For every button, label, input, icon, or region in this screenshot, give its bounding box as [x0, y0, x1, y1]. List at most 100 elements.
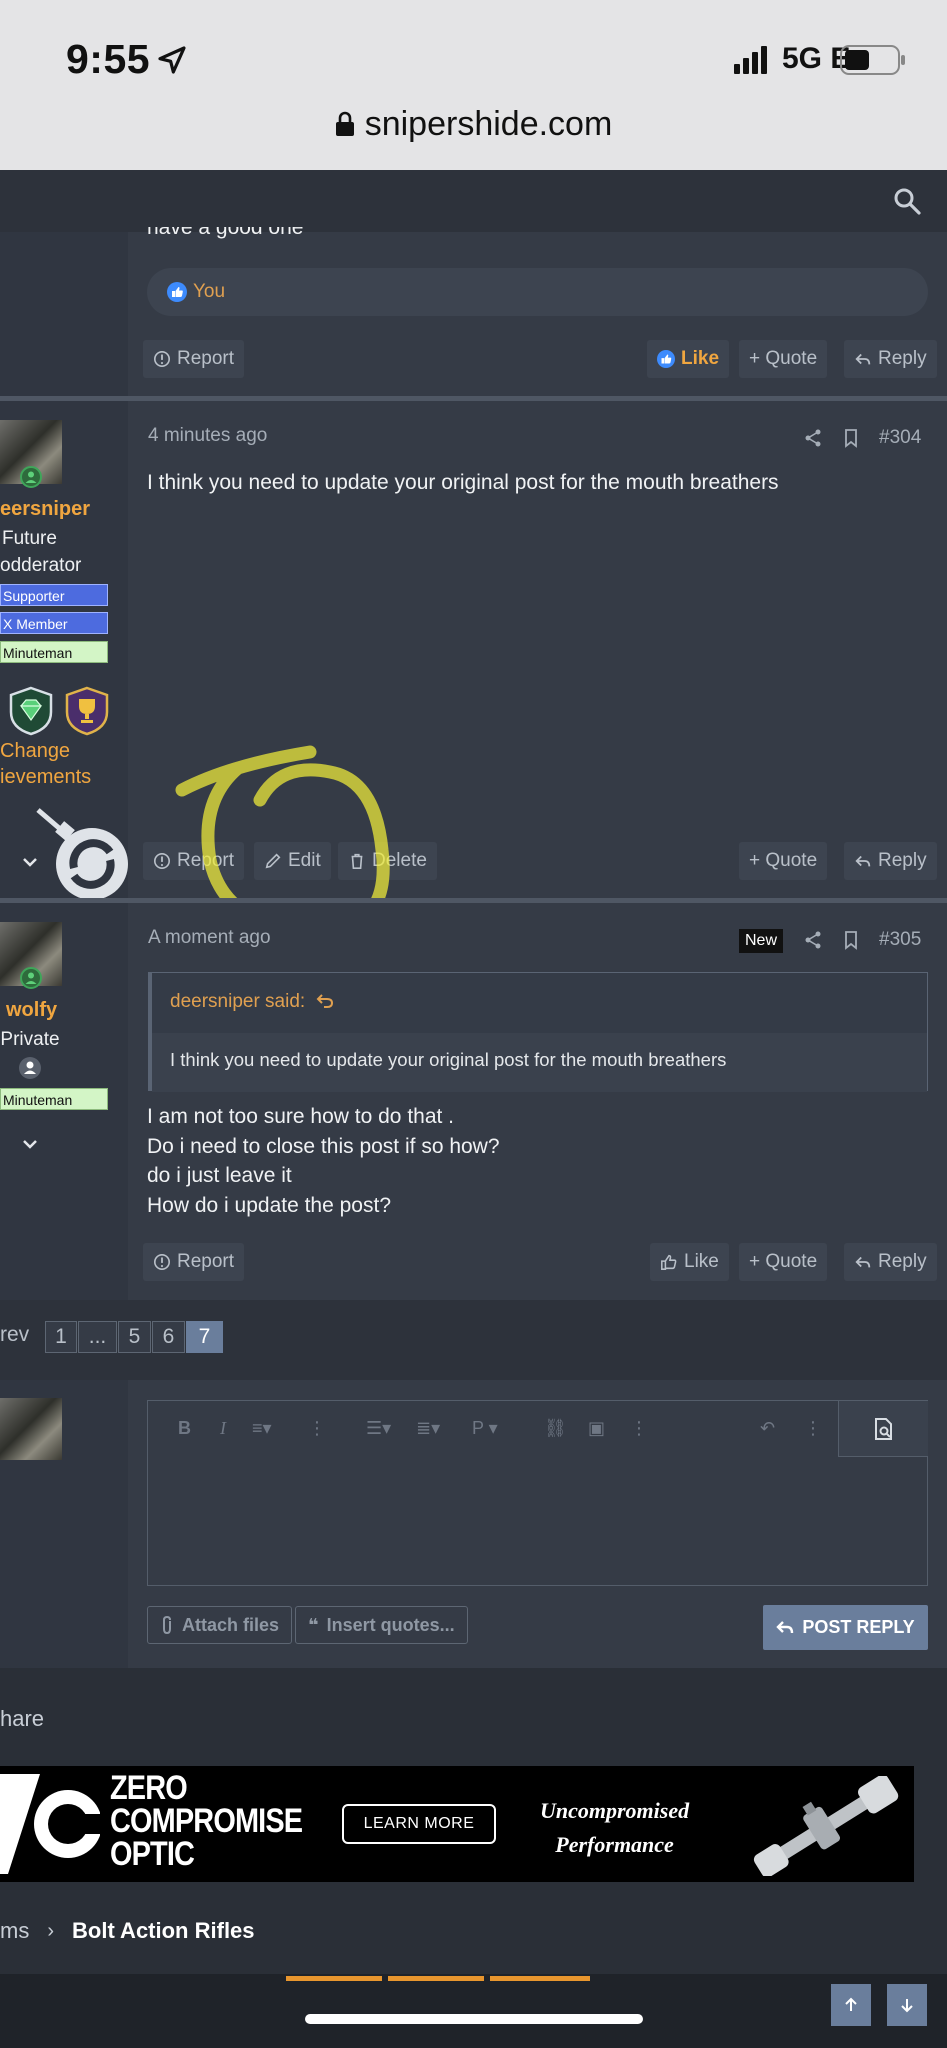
- footer-accent: [286, 1976, 382, 1981]
- reply-icon: [855, 353, 871, 365]
- text-style-icon[interactable]: ≡▾: [252, 1418, 272, 1439]
- preview-button[interactable]: [838, 1401, 928, 1457]
- report-label: Report: [177, 348, 235, 369]
- quote-button[interactable]: + Quote: [739, 340, 828, 378]
- like-button[interactable]: Like: [650, 1243, 729, 1281]
- image-icon[interactable]: ▣: [588, 1418, 605, 1439]
- quote-marks-icon: ❝: [308, 1614, 319, 1635]
- reply-icon: [855, 855, 871, 867]
- like-button[interactable]: Like: [647, 340, 730, 378]
- share-label[interactable]: hare: [0, 1706, 44, 1732]
- achievements-link-line2[interactable]: ievements: [0, 766, 91, 789]
- quote-button[interactable]: + Quote: [739, 842, 828, 880]
- username[interactable]: wolfy: [6, 999, 57, 1022]
- username[interactable]: eersniper: [0, 498, 90, 521]
- page-link-current[interactable]: 7: [186, 1321, 223, 1353]
- reply-icon: [776, 1620, 794, 1633]
- post-message: I think you need to update your original…: [147, 471, 779, 494]
- chevron-down-icon[interactable]: [22, 1138, 38, 1150]
- reply-editor[interactable]: B I ≡▾ ⋮ ☰▾ ≣▾ P ▾ ⛓ ▣ ⋮ ↶ ⋮: [147, 1400, 928, 1586]
- reply-button[interactable]: Reply: [844, 340, 937, 378]
- breadcrumb-prev[interactable]: ms: [0, 1918, 29, 1944]
- breadcrumb-current[interactable]: Bolt Action Rifles: [72, 1918, 255, 1944]
- more-options-icon[interactable]: ⋮: [630, 1418, 648, 1439]
- reply-button[interactable]: Reply: [844, 1243, 937, 1281]
- attach-files-label: Attach files: [182, 1614, 280, 1635]
- post-number[interactable]: #304: [879, 427, 921, 449]
- scroll-bottom-button[interactable]: [887, 1984, 927, 2026]
- thumbs-up-icon: [661, 1254, 677, 1270]
- prev-page-link[interactable]: rev: [0, 1323, 29, 1347]
- online-status-icon: [20, 967, 42, 989]
- user-title-line2: odderator: [0, 555, 82, 576]
- editor-toolbar: B I ≡▾ ⋮ ☰▾ ≣▾ P ▾ ⛓ ▣ ⋮ ↶ ⋮: [148, 1401, 928, 1457]
- post-number[interactable]: #305: [879, 929, 921, 951]
- post-time[interactable]: A moment ago: [148, 927, 271, 949]
- report-label: Report: [177, 1251, 235, 1272]
- share-icon[interactable]: [803, 930, 823, 950]
- report-button[interactable]: Report: [143, 1243, 245, 1281]
- page-ellipsis[interactable]: ...: [78, 1321, 117, 1353]
- preview-icon: [874, 1417, 892, 1440]
- scroll-top-button[interactable]: [831, 1984, 871, 2026]
- undo-icon[interactable]: ↶: [760, 1418, 775, 1439]
- ad-tagline: Uncompromised Performance: [540, 1794, 689, 1862]
- report-icon: [153, 1253, 171, 1271]
- reaction-bar[interactable]: You: [147, 268, 928, 316]
- align-icon[interactable]: ≣▾: [416, 1418, 440, 1439]
- reply-label: Reply: [878, 850, 927, 871]
- quote-label: + Quote: [749, 348, 818, 369]
- post-time[interactable]: 4 minutes ago: [148, 425, 267, 447]
- bold-icon[interactable]: B: [178, 1418, 191, 1439]
- report-button[interactable]: Report: [143, 340, 245, 378]
- quote-header[interactable]: deersniper said:: [152, 973, 927, 1033]
- site-header: [0, 170, 947, 232]
- post-line: do i just leave it: [147, 1164, 292, 1187]
- avatar[interactable]: [0, 1398, 62, 1460]
- learn-more-button[interactable]: LEARN MORE: [342, 1804, 496, 1844]
- paragraph-icon[interactable]: P ▾: [472, 1418, 498, 1439]
- reply-button[interactable]: Reply: [844, 842, 937, 880]
- ad-tagline-line: Uncompromised: [540, 1798, 690, 1823]
- more-options-icon[interactable]: ⋮: [804, 1418, 822, 1439]
- footer-accent: [490, 1976, 590, 1981]
- achievements-link-line1[interactable]: Change: [0, 740, 70, 763]
- signal-bars-icon: [734, 46, 767, 74]
- italic-icon[interactable]: I: [220, 1418, 226, 1439]
- list-icon[interactable]: ☰▾: [366, 1418, 391, 1439]
- insert-quotes-button[interactable]: ❝ Insert quotes...: [295, 1606, 468, 1644]
- search-icon[interactable]: [892, 186, 922, 216]
- cup-trophy-icon: [65, 686, 109, 736]
- page-link[interactable]: 1: [45, 1321, 77, 1353]
- user-title: Private: [0, 1029, 60, 1050]
- attach-files-button[interactable]: Attach files: [147, 1606, 293, 1644]
- arrow-down-icon: [901, 1999, 913, 2013]
- share-icon[interactable]: [803, 428, 823, 448]
- status-time: 9:55: [66, 36, 151, 82]
- home-indicator[interactable]: [305, 2014, 643, 2024]
- page-link[interactable]: 5: [118, 1321, 151, 1353]
- post-reply-button[interactable]: POST REPLY: [763, 1605, 928, 1650]
- ad-banner[interactable]: ZERO COMPROMISE OPTIC LEARN MORE Uncompr…: [0, 1766, 914, 1882]
- jump-to-quote-icon[interactable]: [316, 992, 334, 1010]
- arrow-up-icon: [845, 1997, 857, 2011]
- breadcrumb: ms › Bolt Action Rifles: [0, 1918, 255, 1944]
- page-link[interactable]: 6: [152, 1321, 185, 1353]
- url-bar[interactable]: snipershide.com: [0, 100, 947, 148]
- bookmark-icon[interactable]: [841, 930, 861, 950]
- reply-label: Reply: [878, 1251, 927, 1272]
- insert-quotes-label: Insert quotes...: [326, 1614, 455, 1635]
- reaction-label: You: [193, 281, 226, 302]
- quote-button[interactable]: + Quote: [739, 1243, 828, 1281]
- report-icon: [153, 350, 171, 368]
- battery-icon: [840, 45, 905, 75]
- more-options-icon[interactable]: ⋮: [308, 1418, 326, 1439]
- like-label: Like: [684, 1251, 719, 1272]
- report-icon: [153, 852, 171, 870]
- post-line: I am not too sure how to do that .: [147, 1105, 455, 1128]
- user-banner: Minuteman: [0, 1088, 108, 1110]
- bookmark-icon[interactable]: [841, 428, 861, 448]
- link-icon[interactable]: ⛓: [544, 1418, 567, 1439]
- quote-label: + Quote: [749, 850, 818, 871]
- footer-accent: [388, 1976, 484, 1981]
